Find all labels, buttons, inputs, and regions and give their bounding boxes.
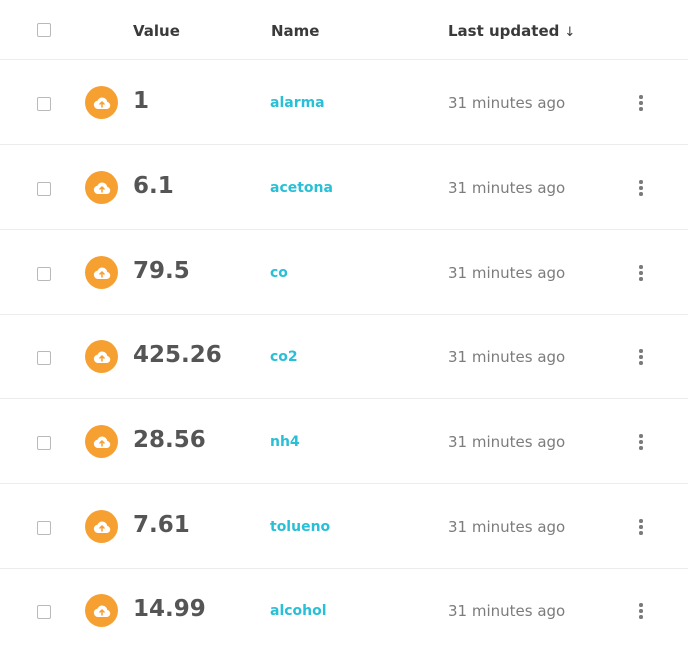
cloud-upload-icon — [85, 86, 118, 119]
column-header-last-updated[interactable]: Last updated ↓ — [448, 22, 575, 40]
last-updated-text: 31 minutes ago — [448, 348, 566, 366]
table-row: 14.99 alcohol 31 minutes ago — [0, 568, 688, 652]
select-all-checkbox[interactable] — [37, 23, 51, 37]
variable-name-link[interactable]: tolueno — [270, 519, 330, 535]
table-row: 6.1 acetona 31 minutes ago — [0, 145, 688, 230]
table-row: 425.26 co2 31 minutes ago — [0, 314, 688, 399]
last-updated-text: 31 minutes ago — [448, 264, 566, 282]
variable-value: 14.99 — [133, 596, 206, 622]
row-checkbox[interactable] — [37, 436, 51, 450]
last-updated-text: 31 minutes ago — [448, 94, 566, 112]
row-checkbox[interactable] — [37, 605, 51, 619]
row-checkbox[interactable] — [37, 267, 51, 281]
more-options-icon[interactable] — [630, 427, 652, 457]
table-row: 1 alarma 31 minutes ago — [0, 60, 688, 145]
table-row: 7.61 tolueno 31 minutes ago — [0, 484, 688, 569]
more-options-icon[interactable] — [630, 173, 652, 203]
variable-name-link[interactable]: co2 — [270, 349, 298, 365]
column-header-name[interactable]: Name — [271, 22, 319, 40]
row-checkbox[interactable] — [37, 521, 51, 535]
table-row: 28.56 nh4 31 minutes ago — [0, 399, 688, 484]
sort-descending-icon[interactable]: ↓ — [564, 25, 575, 40]
cloud-upload-icon — [85, 340, 118, 373]
more-options-icon[interactable] — [630, 596, 652, 626]
variable-value: 1 — [133, 88, 150, 114]
more-options-icon[interactable] — [630, 342, 652, 372]
variable-value: 425.26 — [133, 342, 222, 368]
more-options-icon[interactable] — [630, 512, 652, 542]
more-options-icon[interactable] — [630, 88, 652, 118]
last-updated-text: 31 minutes ago — [448, 602, 566, 620]
variable-value: 79.5 — [133, 258, 190, 284]
variable-name-link[interactable]: alcohol — [270, 603, 327, 619]
cloud-upload-icon — [85, 425, 118, 458]
variable-value: 7.61 — [133, 512, 190, 538]
column-header-value[interactable]: Value — [133, 22, 180, 40]
row-checkbox[interactable] — [37, 182, 51, 196]
cloud-upload-icon — [85, 171, 118, 204]
variable-name-link[interactable]: alarma — [270, 95, 325, 111]
table-row: 79.5 co 31 minutes ago — [0, 230, 688, 315]
cloud-upload-icon — [85, 256, 118, 289]
cloud-upload-icon — [85, 510, 118, 543]
last-updated-text: 31 minutes ago — [448, 433, 566, 451]
variable-name-link[interactable]: nh4 — [270, 434, 300, 450]
column-header-last-updated-label: Last updated — [448, 22, 560, 40]
table-header: Value Name Last updated ↓ — [0, 0, 688, 60]
variable-value: 6.1 — [133, 173, 174, 199]
row-checkbox[interactable] — [37, 351, 51, 365]
variable-name-link[interactable]: co — [270, 265, 288, 281]
more-options-icon[interactable] — [630, 258, 652, 288]
row-checkbox[interactable] — [37, 97, 51, 111]
cloud-upload-icon — [85, 594, 118, 627]
last-updated-text: 31 minutes ago — [448, 179, 566, 197]
variable-name-link[interactable]: acetona — [270, 180, 333, 196]
variable-value: 28.56 — [133, 427, 206, 453]
variables-table: Value Name Last updated ↓ 1 alarma 31 min… — [0, 0, 688, 652]
last-updated-text: 31 minutes ago — [448, 518, 566, 536]
